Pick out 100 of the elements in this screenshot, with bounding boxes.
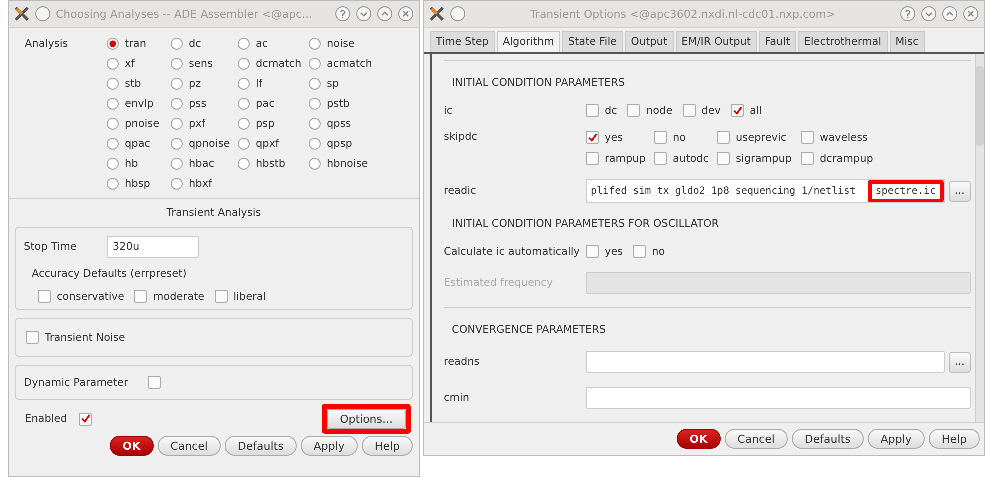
analysis-radio[interactable]: qpac: [107, 138, 171, 150]
analysis-radio[interactable]: pss: [171, 98, 238, 110]
analysis-radio[interactable]: envlp: [107, 98, 171, 110]
analysis-radio[interactable]: qpnoise: [171, 138, 238, 150]
menu-icon[interactable]: [35, 6, 51, 22]
analysis-radio[interactable]: hbxf: [171, 178, 238, 190]
option-label: yes: [605, 246, 624, 258]
help-icon[interactable]: [900, 6, 916, 22]
maximize-icon[interactable]: [942, 6, 958, 22]
maximize-icon[interactable]: [377, 6, 393, 22]
dialog-button[interactable]: Cancel: [724, 429, 788, 449]
checkbox[interactable]: [586, 131, 599, 144]
checkbox[interactable]: [801, 152, 814, 165]
analysis-radio[interactable]: qpss: [309, 118, 419, 130]
close-icon[interactable]: [398, 6, 414, 22]
option-label: conservative: [57, 290, 124, 302]
analysis-radio[interactable]: lf: [238, 78, 309, 90]
checkbox[interactable]: [586, 104, 599, 117]
analysis-radio[interactable]: hbstb: [238, 158, 309, 170]
section-heading: CONVERGENCE PARAMETERS: [451, 323, 608, 338]
ok-button[interactable]: OK: [110, 436, 154, 456]
option-label: autodc: [673, 152, 710, 164]
tab[interactable]: State File: [562, 31, 624, 52]
checkbox[interactable]: [79, 412, 92, 426]
minimize-icon[interactable]: [921, 6, 937, 22]
dialog-button[interactable]: Cancel: [158, 436, 221, 456]
checkbox[interactable]: [801, 131, 814, 144]
analysis-radio[interactable]: pxf: [171, 118, 238, 130]
option-label: no: [673, 132, 686, 144]
checkbox[interactable]: [717, 152, 730, 165]
browse-button[interactable]: ...: [949, 180, 971, 202]
dialog-button[interactable]: Help: [362, 436, 413, 456]
text-field[interactable]: [586, 351, 945, 373]
options-button[interactable]: Options...: [327, 409, 406, 429]
field-label: Stop Time: [24, 241, 77, 253]
checkbox[interactable]: [627, 104, 640, 117]
checkbox[interactable]: [731, 104, 744, 117]
analysis-radio[interactable]: hbnoise: [309, 158, 419, 170]
checkbox[interactable]: [633, 245, 646, 258]
scrollbar[interactable]: [975, 54, 984, 422]
analysis-radio[interactable]: stb: [107, 78, 171, 90]
path-field[interactable]: plifed_sim_tx_gldo2_1p8_sequencing_1/netlist spectre.ic: [586, 179, 945, 203]
dialog-button[interactable]: Defaults: [224, 436, 297, 456]
analysis-radio[interactable]: xf: [107, 58, 171, 70]
menu-icon[interactable]: [450, 6, 466, 22]
dialog-button[interactable]: Apply: [300, 436, 358, 456]
tab[interactable]: Output: [625, 31, 674, 52]
analysis-radio[interactable]: pac: [238, 98, 309, 110]
help-icon[interactable]: [335, 6, 351, 22]
checkbox[interactable]: [654, 152, 667, 165]
analysis-radio[interactable]: tran: [107, 38, 171, 50]
path-text: plifed_sim_tx_gldo2_1p8_sequencing_1/netlist: [590, 186, 857, 196]
analysis-radio[interactable]: pnoise: [107, 118, 171, 130]
section-heading: INITIAL CONDITION PARAMETERS FOR OSCILLATOR: [451, 217, 720, 232]
analysis-radio[interactable]: qpxf: [238, 138, 309, 150]
checkbox[interactable]: [654, 131, 667, 144]
tab[interactable]: Fault: [759, 31, 796, 52]
tab[interactable]: Electrothermal: [798, 31, 888, 52]
analysis-radio[interactable]: pstb: [309, 98, 419, 110]
option-label: no: [652, 246, 666, 258]
dialog-button[interactable]: Defaults: [792, 429, 864, 449]
minimize-icon[interactable]: [356, 6, 372, 22]
analysis-radio[interactable]: hb: [107, 158, 171, 170]
text-field[interactable]: [586, 387, 971, 409]
analysis-radio[interactable]: dcmatch: [238, 58, 309, 70]
checkbox[interactable]: [26, 331, 39, 344]
option-label: sigrampup: [736, 152, 792, 164]
checkbox[interactable]: [214, 290, 228, 303]
section-heading: INITIAL CONDITION PARAMETERS: [451, 76, 626, 91]
checkbox[interactable]: [134, 290, 148, 303]
checkbox[interactable]: [682, 104, 696, 117]
analysis-radio[interactable]: noise: [309, 38, 419, 50]
checkbox[interactable]: [717, 131, 730, 144]
checkbox[interactable]: [148, 376, 162, 389]
dialog-button[interactable]: Help: [928, 429, 980, 449]
browse-button[interactable]: ...: [949, 352, 971, 372]
analysis-radio[interactable]: hbsp: [107, 178, 171, 190]
analysis-radio[interactable]: qpsp: [309, 138, 419, 150]
checkbox[interactable]: [38, 290, 51, 303]
tab[interactable]: Time Step: [430, 31, 495, 52]
close-icon[interactable]: [963, 6, 979, 22]
ok-button[interactable]: OK: [676, 429, 721, 449]
analysis-radio[interactable]: dc: [171, 38, 238, 50]
analysis-radio[interactable]: hbac: [171, 158, 238, 170]
tab[interactable]: Algorithm: [496, 31, 560, 52]
field-label: Estimated frequency: [444, 277, 554, 289]
option-label: Transient Noise: [45, 332, 126, 344]
tab[interactable]: Misc: [890, 31, 925, 52]
stop-time-field[interactable]: 320u: [106, 236, 199, 258]
dialog-button[interactable]: Apply: [868, 429, 925, 449]
analysis-radio[interactable]: acmatch: [309, 58, 419, 70]
analysis-radio[interactable]: pz: [171, 78, 238, 90]
analysis-radio[interactable]: ac: [238, 38, 309, 50]
analysis-radio[interactable]: psp: [238, 118, 309, 130]
checkbox[interactable]: [586, 245, 599, 258]
tab[interactable]: EM/IR Output: [676, 31, 758, 52]
analysis-radio[interactable]: sens: [171, 58, 238, 70]
analysis-radio[interactable]: sp: [309, 78, 419, 90]
field-label: skipdc: [444, 131, 479, 143]
checkbox[interactable]: [586, 152, 599, 165]
